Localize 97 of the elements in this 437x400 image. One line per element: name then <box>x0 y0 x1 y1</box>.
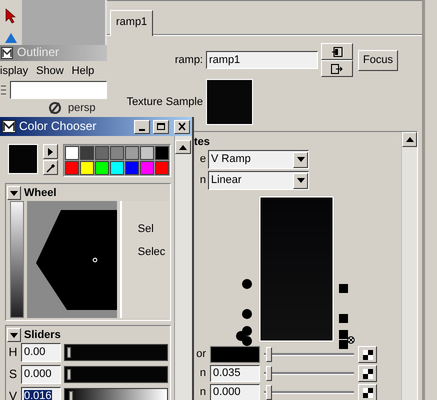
apply-color-button[interactable] <box>43 144 58 159</box>
delete-handle-icon[interactable] <box>347 336 355 344</box>
dropdown[interactable]: V Ramp <box>208 150 309 169</box>
menu-item[interactable]: isplay <box>0 64 28 78</box>
name-field[interactable]: ramp1 <box>206 51 318 69</box>
checker-icon <box>362 368 372 378</box>
search-field[interactable] <box>10 81 107 99</box>
eyedropper-icon <box>46 162 56 172</box>
dropdown-arrow-icon <box>296 178 304 183</box>
color-slider[interactable] <box>64 344 168 361</box>
palette-swatch[interactable] <box>110 146 124 160</box>
palette-swatch[interactable] <box>95 161 109 175</box>
collapse-button[interactable] <box>7 186 21 200</box>
number-field[interactable]: 0.000 <box>210 384 260 400</box>
ramp-position-handle[interactable] <box>242 279 252 289</box>
palette-swatch[interactable] <box>65 146 79 160</box>
field-label: ramp: <box>174 54 203 66</box>
current-color-swatch[interactable] <box>8 144 38 174</box>
wheel-cursor-icon[interactable] <box>92 258 98 262</box>
play-arrow-icon <box>48 148 53 156</box>
palette-swatch[interactable] <box>155 161 169 175</box>
color-swatch[interactable] <box>210 346 260 363</box>
up-arrow-icon <box>406 137 414 142</box>
minimize-icon <box>139 128 145 130</box>
app-logo-icon <box>1 47 13 59</box>
field-label: e <box>198 153 206 166</box>
palette-swatch[interactable] <box>110 161 124 175</box>
value-field[interactable]: 0.000 <box>21 365 61 384</box>
palette-swatch[interactable] <box>95 146 109 160</box>
dropdown-arrow-icon <box>10 332 18 338</box>
scroll-up-button[interactable] <box>175 140 191 154</box>
menu-item[interactable]: Show <box>36 64 64 78</box>
palette-swatch[interactable] <box>140 146 154 160</box>
field-label: n <box>198 367 206 380</box>
map-button[interactable] <box>358 346 377 363</box>
scrollbar[interactable] <box>401 132 417 400</box>
color-slider[interactable] <box>64 388 168 400</box>
section-title: Sliders <box>24 328 61 342</box>
dropdown[interactable]: Linear <box>208 171 309 190</box>
color-wheel-slice[interactable] <box>36 210 117 310</box>
palette-swatch[interactable] <box>80 161 94 175</box>
palette-swatch[interactable] <box>155 146 169 160</box>
value-bar[interactable] <box>10 201 24 318</box>
collapse-button[interactable] <box>7 328 21 342</box>
maximize-button[interactable] <box>153 120 169 134</box>
number-field[interactable]: 0.035 <box>210 365 260 382</box>
close-icon <box>177 122 187 131</box>
scrollbar[interactable] <box>174 136 192 400</box>
output-icon <box>331 64 343 74</box>
tab[interactable]: ramp1 <box>110 10 154 36</box>
menu-item[interactable]: Help <box>72 64 94 78</box>
dropdown-arrow-icon <box>296 157 304 162</box>
input-icon <box>331 46 343 56</box>
checker-icon <box>362 350 372 360</box>
field-label: n <box>198 386 206 399</box>
palette-swatch[interactable] <box>125 161 139 175</box>
slider-label: S <box>8 368 18 382</box>
focus-button[interactable]: Focus <box>358 50 398 70</box>
checker-icon <box>362 388 372 398</box>
color-slider[interactable] <box>64 366 168 383</box>
value-field[interactable]: 0.00 <box>21 343 61 362</box>
info-label: Sel <box>138 223 155 236</box>
field-label: or <box>195 348 206 361</box>
scroll-up-button[interactable] <box>402 132 417 147</box>
value-field[interactable]: 0.016 <box>21 387 61 400</box>
outliner-item[interactable]: persp <box>68 102 96 114</box>
ramp-color-handle[interactable] <box>339 284 348 293</box>
filter-icon[interactable] <box>0 83 8 97</box>
window-title: Outliner <box>17 46 60 60</box>
palette-swatch[interactable] <box>140 161 154 175</box>
map-button[interactable] <box>358 365 377 382</box>
texture-sample-swatch <box>206 79 253 125</box>
section-title: tes <box>194 136 210 150</box>
app-logo-icon <box>2 120 16 133</box>
map-button[interactable] <box>358 384 377 400</box>
palette-swatch[interactable] <box>80 146 94 160</box>
slider-thumb[interactable] <box>67 347 71 358</box>
up-arrow-icon <box>179 144 187 150</box>
dropdown-arrow-icon <box>10 190 18 196</box>
slider-label: H <box>8 346 18 360</box>
palette-swatch[interactable] <box>65 161 79 175</box>
slider-thumb[interactable] <box>67 369 71 380</box>
slider-thumb[interactable] <box>68 391 73 400</box>
eyedropper-button[interactable] <box>43 160 58 175</box>
slider-label: V <box>8 390 18 400</box>
info-label: Selec <box>138 246 166 258</box>
field-label: Texture Sample <box>126 96 203 108</box>
select-arrow-icon[interactable] <box>4 8 18 24</box>
maximize-icon <box>156 122 166 131</box>
output-connection-button[interactable] <box>321 60 353 77</box>
minimize-button[interactable] <box>134 120 150 134</box>
close-button[interactable] <box>174 120 190 134</box>
field-label: n <box>198 174 206 187</box>
section-title: Wheel <box>24 186 56 200</box>
palette-swatch[interactable] <box>125 146 139 160</box>
input-connection-button[interactable] <box>321 43 353 60</box>
window-title: Color Chooser <box>19 120 98 134</box>
